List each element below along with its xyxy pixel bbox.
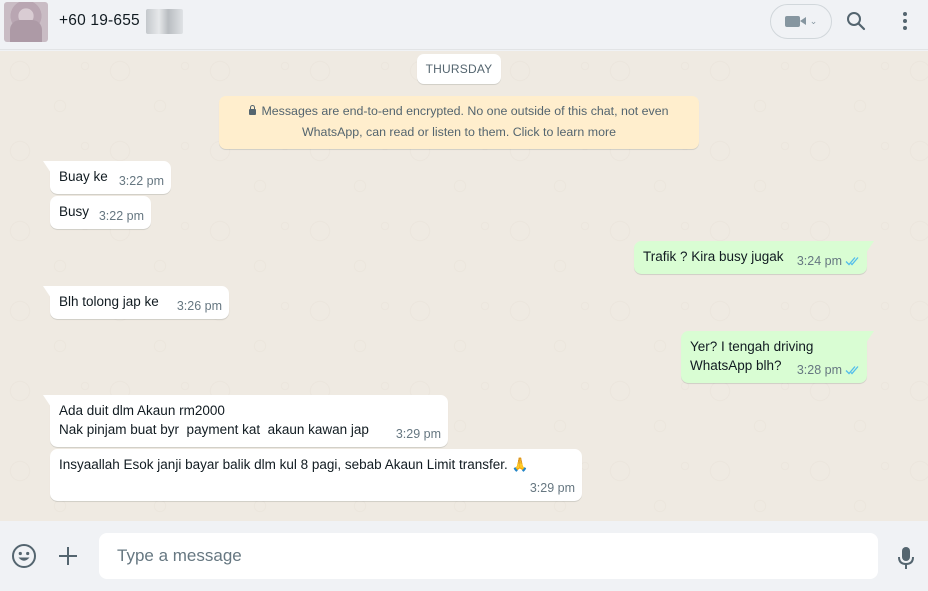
chevron-down-icon: ⌄	[809, 16, 818, 26]
message-input-container[interactable]	[99, 533, 878, 579]
encryption-notice-text: Messages are end-to-end encrypted. No on…	[261, 104, 669, 139]
plus-icon	[59, 547, 77, 565]
message-text: Trafik ? Kira busy jugak	[643, 249, 784, 264]
message-time: 3:24 pm	[796, 254, 842, 268]
message-text: Insyaallah Esok janji bayar balik dlm ku…	[59, 457, 529, 472]
search-button[interactable]	[844, 9, 868, 33]
search-icon	[847, 12, 866, 31]
lock-icon	[249, 105, 257, 115]
voice-message-button[interactable]	[896, 545, 916, 571]
encryption-notice[interactable]: Messages are end-to-end encrypted. No on…	[219, 96, 699, 149]
emoji-icon	[12, 544, 36, 568]
message-time: 3:22 pm	[98, 209, 144, 223]
message-text: Yer? I tengah driving WhatsApp blh?	[690, 339, 814, 373]
message-time: 3:29 pm	[395, 427, 441, 441]
message-input[interactable]	[99, 533, 878, 579]
compose-bar	[0, 521, 928, 591]
chat-header: +60 19-655 ⌄	[0, 0, 928, 50]
emoji-button[interactable]	[11, 543, 37, 569]
video-call-button[interactable]: ⌄	[770, 4, 832, 39]
contact-avatar[interactable]	[4, 2, 48, 42]
message-meta: 3:28 pm	[797, 360, 861, 380]
contact-name-emoji-blurred	[146, 9, 183, 34]
read-double-check-icon	[845, 366, 859, 375]
message-text: Busy	[59, 204, 90, 219]
message-time: 3:22 pm	[118, 174, 164, 188]
menu-button[interactable]	[895, 9, 915, 33]
message-text: Ada duit dlm Akaun rm2000 Nak pinjam bua…	[59, 403, 369, 437]
conversation-panel[interactable]: THURSDAY Messages are end-to-end encrypt…	[0, 51, 928, 521]
message-incoming[interactable]: Ada duit dlm Akaun rm2000 Nak pinjam bua…	[43, 395, 448, 447]
microphone-icon	[898, 547, 914, 569]
date-divider: THURSDAY	[417, 54, 501, 84]
message-incoming[interactable]: Busy 3:22 pm	[50, 196, 151, 229]
kebab-menu-icon	[903, 12, 907, 30]
video-camera-icon	[784, 16, 806, 27]
message-time: 3:29 pm	[529, 481, 575, 495]
contact-name[interactable]: +60 19-655	[59, 12, 140, 30]
read-double-check-icon	[845, 257, 859, 266]
message-incoming[interactable]: Insyaallah Esok janji bayar balik dlm ku…	[50, 449, 582, 501]
message-outgoing[interactable]: Trafik ? Kira busy jugak 3:24 pm	[634, 241, 874, 274]
message-time: 3:28 pm	[796, 363, 842, 377]
message-text: Blh tolong jap ke	[59, 294, 159, 309]
message-text: Buay ke	[59, 169, 108, 184]
message-time: 3:26 pm	[176, 299, 222, 313]
message-incoming[interactable]: Blh tolong jap ke 3:26 pm	[43, 286, 229, 319]
message-meta: 3:24 pm	[797, 251, 861, 271]
attach-button[interactable]	[57, 545, 79, 567]
message-incoming[interactable]: Buay ke 3:22 pm	[43, 161, 171, 194]
message-outgoing[interactable]: Yer? I tengah driving WhatsApp blh? 3:28…	[681, 331, 874, 383]
